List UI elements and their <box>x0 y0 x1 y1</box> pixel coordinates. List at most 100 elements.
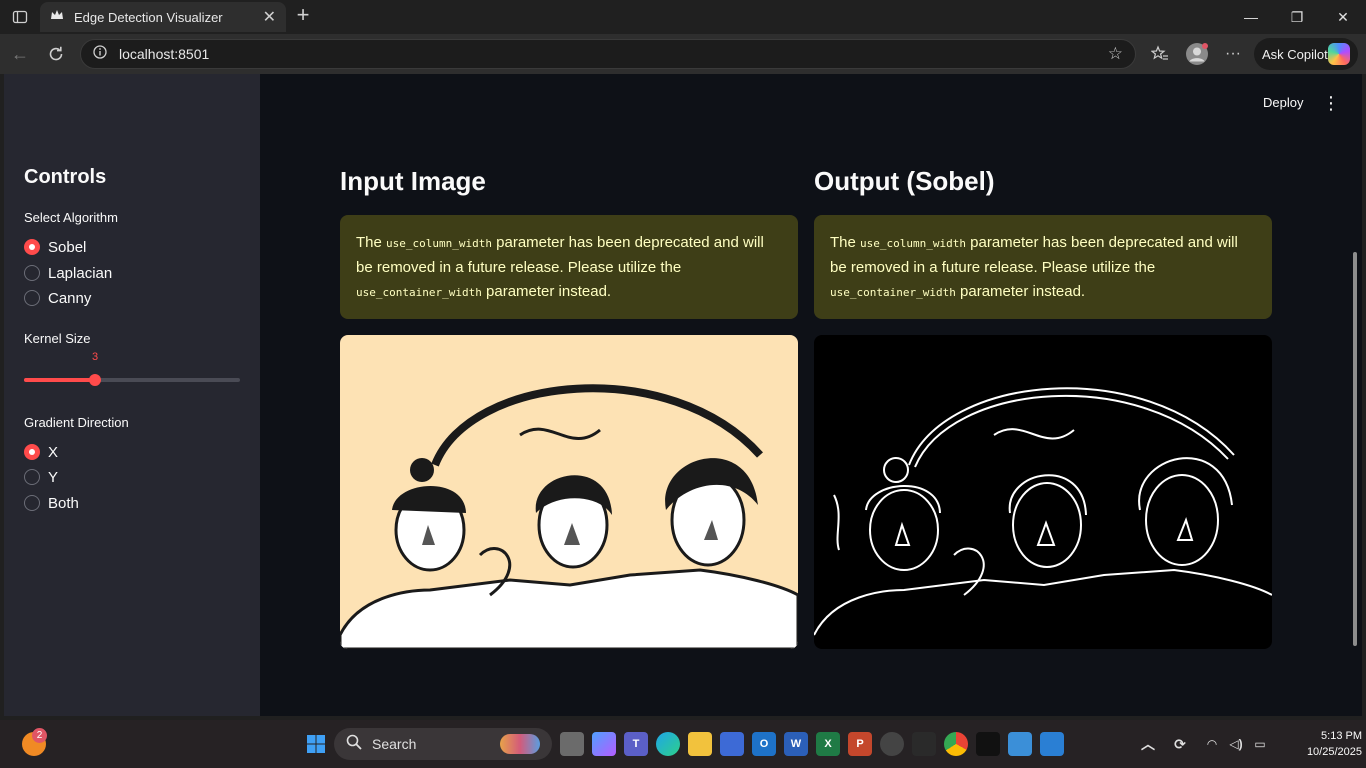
streamlit-app: Controls Select Algorithm Sobel Laplacia… <box>4 74 1362 716</box>
input-image <box>340 335 798 649</box>
favorite-star-icon[interactable]: ☆ <box>1108 44 1123 64</box>
refresh-icon[interactable] <box>44 42 68 66</box>
taskbar: 2 Search T O W X P ︿ ⟳ ◠ ◁) ▭ 5:13 PM 10… <box>0 720 1366 768</box>
favorites-icon[interactable] <box>1148 42 1172 66</box>
outlook-icon[interactable]: O <box>752 732 776 756</box>
clock[interactable]: 5:13 PM 10/25/2025 <box>1286 728 1362 760</box>
sidebar-title: Controls <box>24 166 107 188</box>
warning-text: The <box>830 234 861 251</box>
algorithm-label: Select Algorithm <box>24 210 118 225</box>
taskbar-search[interactable]: Search <box>334 728 552 760</box>
pinned-app-icon[interactable] <box>880 732 904 756</box>
radio-dot[interactable] <box>24 444 40 460</box>
radio-dot[interactable] <box>24 290 40 306</box>
window-controls: — ❐ ✕ <box>1228 0 1366 34</box>
notepad-icon[interactable] <box>1008 732 1032 756</box>
radio-direction-x[interactable]: X <box>24 442 58 462</box>
chevron-up-icon[interactable]: ︿ <box>1136 732 1160 756</box>
browser-titlebar: Edge Detection Visualizer ✕ + — ❐ ✕ <box>0 0 1366 34</box>
radio-label: X <box>48 443 59 461</box>
excel-icon[interactable]: X <box>816 732 840 756</box>
clock-time: 5:13 PM <box>1321 730 1362 742</box>
radio-laplacian[interactable]: Laplacian <box>24 263 112 283</box>
deprecation-warning: The use_column_width parameter has been … <box>340 215 798 319</box>
kernel-size-label: Kernel Size <box>24 331 91 346</box>
scrollbar[interactable] <box>1353 252 1357 646</box>
minimize-icon[interactable]: — <box>1228 0 1274 34</box>
radio-label: Canny <box>48 289 92 307</box>
radio-sobel[interactable]: Sobel <box>24 237 86 257</box>
battery-icon[interactable]: ▭ <box>1248 732 1272 756</box>
radio-dot[interactable] <box>24 239 40 255</box>
warning-code: use_container_width <box>356 286 482 299</box>
more-options-icon[interactable]: ··· <box>1221 42 1245 66</box>
powerpoint-icon[interactable]: P <box>848 732 872 756</box>
wifi-icon[interactable]: ◠ <box>1200 732 1224 756</box>
volume-icon[interactable]: ◁) <box>1224 732 1248 756</box>
sidebar: Controls Select Algorithm Sobel Laplacia… <box>4 74 260 716</box>
cursor-app-icon[interactable] <box>976 732 1000 756</box>
site-info-icon[interactable] <box>93 44 107 64</box>
warning-text: The <box>356 234 387 251</box>
word-icon[interactable]: W <box>784 732 808 756</box>
input-image-title: Input Image <box>340 166 486 196</box>
streamlit-crown-icon <box>50 8 64 26</box>
radio-dot[interactable] <box>24 495 40 511</box>
vscode-icon[interactable] <box>1040 732 1064 756</box>
main-menu-icon[interactable]: ⋮ <box>1322 94 1340 114</box>
slider-thumb[interactable] <box>89 374 101 386</box>
output-image-title: Output (Sobel) <box>814 166 995 196</box>
tab-actions-icon[interactable] <box>8 5 32 29</box>
slider-fill <box>24 378 95 382</box>
ask-copilot-button[interactable]: Ask Copilot <box>1254 38 1358 70</box>
slider-value: 3 <box>91 351 99 363</box>
warning-text: parameter instead. <box>955 283 1086 300</box>
search-label: Search <box>372 736 417 752</box>
gradient-direction-label: Gradient Direction <box>24 415 129 430</box>
window-close-icon[interactable]: ✕ <box>1320 0 1366 34</box>
copilot-icon <box>1328 43 1350 65</box>
radio-label: Y <box>48 468 59 486</box>
kernel-size-slider[interactable]: 3 <box>24 351 240 390</box>
back-icon[interactable]: ← <box>8 42 32 66</box>
url-text: localhost:8501 <box>119 46 210 62</box>
radio-direction-y[interactable]: Y <box>24 467 58 487</box>
radio-label: Both <box>48 494 79 512</box>
tab-close-icon[interactable]: ✕ <box>263 7 276 27</box>
store-icon[interactable] <box>720 732 744 756</box>
radio-label: Sobel <box>48 238 87 256</box>
start-icon[interactable] <box>304 732 328 756</box>
radio-dot[interactable] <box>24 469 40 485</box>
warning-code: use_column_width <box>386 237 492 250</box>
warning-code: use_column_width <box>860 237 966 250</box>
chrome-icon[interactable] <box>944 732 968 756</box>
task-view-icon[interactable] <box>560 732 584 756</box>
radio-dot[interactable] <box>24 265 40 281</box>
tab-title: Edge Detection Visualizer <box>74 9 223 25</box>
file-explorer-icon[interactable] <box>688 732 712 756</box>
radio-label: Laplacian <box>48 264 113 282</box>
notification-badge: 2 <box>32 728 47 743</box>
paint-palette-icon <box>500 734 540 754</box>
radio-direction-both[interactable]: Both <box>24 493 79 513</box>
new-tab-icon[interactable]: + <box>291 4 315 28</box>
profile-avatar[interactable] <box>1185 42 1209 66</box>
browser-toolbar: ← localhost:8501 ☆ ··· Ask Copilot <box>0 34 1366 74</box>
deprecation-warning: The use_column_width parameter has been … <box>814 215 1272 319</box>
clock-date: 10/25/2025 <box>1306 746 1362 758</box>
deploy-button[interactable]: Deploy <box>1263 95 1303 110</box>
output-image <box>814 335 1272 649</box>
radio-canny[interactable]: Canny <box>24 288 91 308</box>
search-icon <box>346 734 362 755</box>
restore-icon[interactable]: ❐ <box>1274 0 1320 34</box>
copilot-label: Ask Copilot <box>1262 46 1328 62</box>
teams-icon[interactable]: T <box>624 732 648 756</box>
warning-code: use_container_width <box>830 286 956 299</box>
browser-tab[interactable]: Edge Detection Visualizer ✕ <box>40 2 286 32</box>
address-bar[interactable]: localhost:8501 ☆ <box>80 39 1136 69</box>
edge-icon[interactable] <box>656 732 680 756</box>
sync-icon[interactable]: ⟳ <box>1168 732 1192 756</box>
pinned-app-icon[interactable] <box>912 732 936 756</box>
copilot-app-icon[interactable] <box>592 732 616 756</box>
warning-text: parameter instead. <box>481 283 612 300</box>
